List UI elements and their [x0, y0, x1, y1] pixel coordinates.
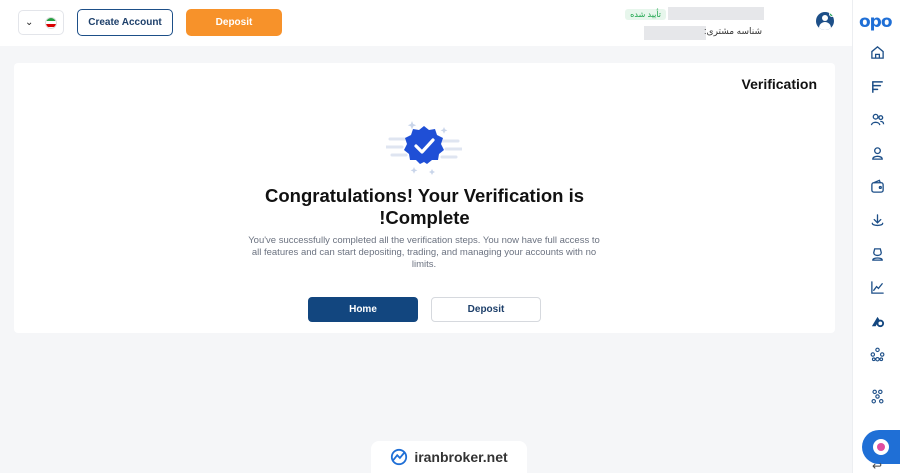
deposit-top-button[interactable]: Deposit	[186, 9, 282, 36]
congrats-heading: Congratulations! Your Verification is !C…	[265, 185, 584, 228]
watermark-logo-icon	[391, 448, 408, 466]
verified-check-icon	[384, 117, 464, 179]
verified-badge: تأیید شده	[625, 9, 666, 20]
chat-icon	[873, 439, 889, 455]
download-icon[interactable]	[869, 212, 885, 228]
top-bar: ⌄ Create Account Deposit تأیید شده شناسه…	[0, 0, 852, 46]
brand-logo[interactable]: opo	[859, 12, 897, 32]
customer-id-redacted	[644, 26, 706, 40]
wallet-icon[interactable]	[869, 178, 885, 194]
page-title: Verification	[741, 76, 817, 92]
watermark: iranbroker.net	[371, 441, 527, 473]
users-icon[interactable]	[869, 111, 885, 127]
create-account-button[interactable]: Create Account	[77, 9, 173, 36]
avatar[interactable]	[816, 12, 834, 30]
iran-flag-icon	[45, 16, 57, 29]
deposit-button[interactable]: Deposit	[431, 297, 541, 322]
home-button[interactable]: Home	[308, 297, 418, 322]
chart-line-icon[interactable]	[869, 279, 885, 295]
network-icon[interactable]	[869, 346, 885, 362]
brand-a-icon[interactable]	[869, 313, 885, 329]
user-info: تأیید شده شناسه مشتری:	[594, 6, 764, 42]
home-icon[interactable]	[869, 44, 885, 60]
watermark-text: iranbroker.net	[414, 449, 508, 465]
chevron-down-icon: ⌄	[25, 17, 34, 28]
flag-lines-icon[interactable]	[869, 78, 885, 94]
badge-user-icon[interactable]	[869, 246, 885, 262]
sidebar: opo	[852, 0, 900, 473]
verification-description: You've successfully completed all the ve…	[248, 235, 600, 270]
language-select[interactable]: ⌄	[18, 10, 64, 35]
user-icon[interactable]	[869, 145, 885, 161]
verification-card: Verification Congratulations! Your Verif…	[14, 63, 835, 333]
online-dot	[829, 12, 834, 17]
customer-id-label: شناسه مشتری:	[704, 26, 762, 36]
logout-icon[interactable]: ↩	[872, 459, 882, 473]
account-name-redacted	[668, 7, 764, 20]
network-alt-icon[interactable]	[869, 388, 885, 404]
